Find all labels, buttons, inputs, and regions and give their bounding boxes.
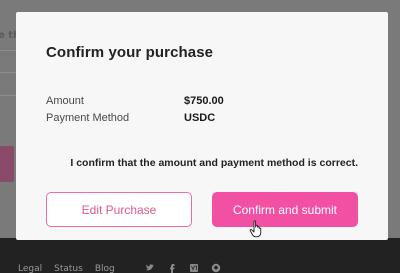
detail-row-amount: Amount $750.00	[46, 95, 346, 112]
footer-link-status[interactable]: Status	[54, 264, 83, 273]
confirm-purchase-modal: Confirm your purchase Amount $750.00 Pay…	[16, 12, 388, 240]
facebook-icon[interactable]	[167, 263, 177, 273]
hand-cursor-icon	[249, 220, 262, 238]
twitter-icon[interactable]	[145, 263, 155, 273]
footer-link-legal[interactable]: Legal	[18, 264, 42, 273]
footer-social-icons	[145, 263, 221, 273]
background-button-edge	[0, 146, 14, 182]
payment-method-value: USDC	[184, 112, 216, 124]
page-footer: Legal Status Blog	[0, 238, 400, 273]
footer-links: Legal Status Blog	[18, 264, 115, 273]
modal-title: Confirm your purchase	[46, 44, 214, 61]
footer-link-blog[interactable]: Blog	[95, 264, 115, 273]
github-icon[interactable]	[211, 263, 221, 273]
edit-purchase-button[interactable]: Edit Purchase	[46, 192, 192, 227]
confirmation-statement: I confirm that the amount and payment me…	[70, 157, 358, 169]
detail-row-payment-method: Payment Method USDC	[46, 112, 346, 129]
medium-icon[interactable]	[189, 263, 199, 273]
amount-label: Amount	[46, 95, 84, 107]
amount-value: $750.00	[184, 95, 224, 107]
purchase-details: Amount $750.00 Payment Method USDC	[46, 95, 346, 129]
payment-method-label: Payment Method	[46, 112, 130, 124]
confirm-and-submit-button[interactable]: Confirm and submit	[212, 192, 358, 227]
